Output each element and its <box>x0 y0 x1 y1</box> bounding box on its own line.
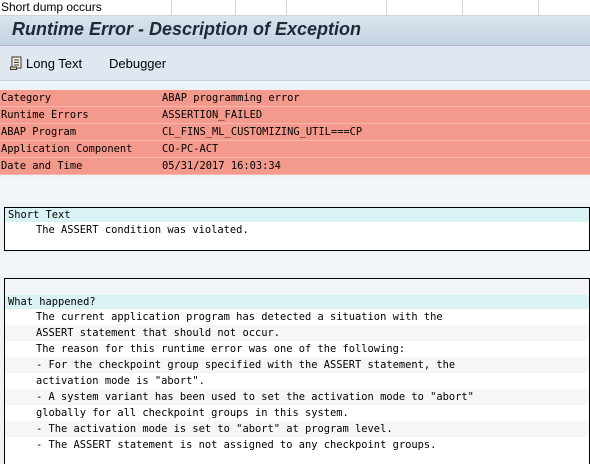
header-value: 05/31/2017 16:03:34 <box>162 160 281 172</box>
page-title: Runtime Error - Description of Exception <box>12 19 362 39</box>
header-row: Category ABAP programming error <box>0 90 590 107</box>
header-key: Category <box>1 92 52 104</box>
header-key: ABAP Program <box>1 126 77 138</box>
section-header: What happened? <box>5 295 589 309</box>
text-line: The ASSERT condition was violated. <box>36 224 249 236</box>
spacer-band <box>0 254 590 274</box>
header-row: ABAP Program CL_FINS_ML_CUSTOMIZING_UTIL… <box>0 124 590 141</box>
header-row: Application Component CO-PC-ACT <box>0 141 590 158</box>
section-spacer <box>5 279 589 295</box>
text-line: - The ASSERT statement is not assigned t… <box>36 439 437 451</box>
text-line: - The activation mode is set to "abort" … <box>5 421 589 437</box>
text-line: ASSERT statement that should not occur. <box>5 325 589 341</box>
header-row: Date and Time 05/31/2017 16:03:34 <box>0 158 590 175</box>
section-header: Short Text <box>5 208 589 222</box>
tab-divider <box>235 0 236 15</box>
tab-title: Short dump occurs <box>1 0 102 14</box>
text-line: The current application program has dete… <box>36 311 443 323</box>
tab-divider <box>286 0 287 15</box>
content-area: Category ABAP programming error Runtime … <box>0 81 590 464</box>
section-title: Short Text <box>8 209 71 221</box>
spacer-band <box>0 178 590 202</box>
header-row: Runtime Errors ASSERTION_FAILED <box>0 107 590 124</box>
header-key: Date and Time <box>1 160 83 172</box>
debugger-button[interactable]: Debugger <box>109 55 166 71</box>
header-key: Runtime Errors <box>1 109 89 121</box>
tab-divider <box>538 0 539 15</box>
header-value: CO-PC-ACT <box>162 143 219 155</box>
tab-divider <box>462 0 463 15</box>
title-bar: Runtime Error - Description of Exception <box>0 16 590 46</box>
what-happened-section: What happened? The current application p… <box>4 278 590 464</box>
tab-divider <box>171 0 172 15</box>
dump-header-table: Category ABAP programming error Runtime … <box>0 90 590 175</box>
text-line: globally for all checkpoint groups in th… <box>36 407 349 419</box>
long-text-label: Long Text <box>26 55 83 71</box>
header-key: Application Component <box>1 143 133 155</box>
scroll-icon <box>10 56 24 70</box>
toolbar: Long Text Debugger <box>0 46 590 81</box>
text-line: - A system variant has been used to set … <box>5 389 589 405</box>
header-value: CL_FINS_ML_CUSTOMIZING_UTIL===CP <box>162 126 363 138</box>
short-text-section: Short Text The ASSERT condition was viol… <box>4 207 590 251</box>
section-title: What happened? <box>8 296 96 308</box>
debugger-label: Debugger <box>109 55 167 71</box>
text-line: - For the checkpoint group specified wit… <box>5 357 589 373</box>
text-line: The reason for this runtime error was on… <box>36 343 406 355</box>
header-value: ABAP programming error <box>162 92 300 104</box>
header-value: ASSERTION_FAILED <box>162 109 263 121</box>
long-text-button[interactable]: Long Text <box>10 55 82 71</box>
window-tab-strip: Short dump occurs <box>0 0 590 16</box>
tab-divider <box>386 0 387 15</box>
text-line: activation mode is "abort". <box>36 375 205 387</box>
